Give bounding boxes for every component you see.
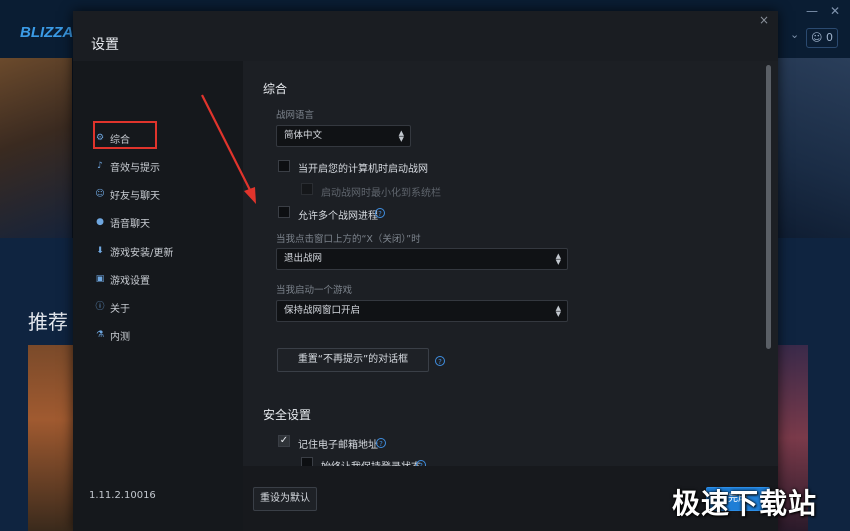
flask-icon: ⚗ <box>95 330 105 340</box>
sidebar-item-general[interactable]: ⚙ 综合 <box>95 129 130 147</box>
close-icon[interactable]: × <box>759 13 769 27</box>
download-icon: ⬇ <box>96 246 104 256</box>
sidebar-item-sound[interactable]: ♪ 音效与提示 <box>95 157 160 175</box>
language-select[interactable]: 简体中文 ▲ ▼ <box>276 125 411 147</box>
friends-icon: ☺ <box>811 31 823 44</box>
watermark: 极速下载站 <box>672 487 818 520</box>
reset-default-button[interactable]: 重设为默认 <box>253 487 317 511</box>
sidebar-item-label: 好友与聊天 <box>110 190 160 202</box>
sidebar-item-voice[interactable]: ● 语音聊天 <box>95 213 150 231</box>
select-arrows-icon: ▲ ▼ <box>555 304 561 318</box>
settings-content: 综合 战网语言 简体中文 ▲ ▼ 当开启您的计算机时启动战网 启动战网时最小化到系… <box>243 61 778 466</box>
allow-multiple-checkbox[interactable] <box>278 206 290 218</box>
hero-banner-left <box>0 58 72 238</box>
sound-icon: ♪ <box>97 161 103 171</box>
allow-multiple-label: 允许多个战网进程 <box>298 211 378 222</box>
game-start-select[interactable]: 保持战网窗口开启 ▲ ▼ <box>276 300 568 322</box>
recommended-heading: 推荐 <box>28 310 68 334</box>
info-icon: ⓘ <box>95 302 105 312</box>
sidebar-item-game-settings[interactable]: ▣ 游戏设置 <box>95 270 150 288</box>
remember-email-label: 记住电子邮箱地址 <box>298 440 378 451</box>
dropdown-chevron-icon[interactable]: ⌄ <box>790 28 799 41</box>
sidebar-item-label: 综合 <box>110 134 130 146</box>
friends-icon: ☺ <box>95 189 105 199</box>
stay-logged-in-checkbox[interactable] <box>301 457 313 466</box>
help-icon[interactable]: ? <box>435 356 445 366</box>
help-icon[interactable]: ? <box>375 208 385 218</box>
language-value: 简体中文 <box>284 130 323 141</box>
section-title-general: 综合 <box>263 82 288 96</box>
sidebar-item-label: 关于 <box>110 303 130 315</box>
section-title-security: 安全设置 <box>263 408 312 422</box>
launch-on-start-label: 当开启您的计算机时启动战网 <box>298 164 428 175</box>
sidebar-item-label: 音效与提示 <box>110 162 160 174</box>
help-icon[interactable]: ? <box>376 438 386 448</box>
sidebar-item-label: 游戏安装/更新 <box>110 247 174 259</box>
close-behavior-select[interactable]: 退出战网 ▲ ▼ <box>276 248 568 270</box>
minimize-icon[interactable]: — <box>806 4 818 18</box>
close-behavior-value: 退出战网 <box>284 253 323 264</box>
close-behavior-label: 当我点击窗口上方的“X（关闭）”时 <box>276 234 421 245</box>
game-start-label: 当我启动一个游戏 <box>276 285 353 296</box>
friends-count: 0 <box>825 31 833 44</box>
scrollbar[interactable] <box>766 65 771 349</box>
select-arrows-icon: ▲ ▼ <box>398 129 404 143</box>
stay-logged-in-label: 始终让我保持登录状态 <box>321 458 421 466</box>
remember-email-checkbox[interactable]: ✓ <box>278 435 290 447</box>
launch-on-start-checkbox[interactable] <box>278 160 290 172</box>
game-settings-icon: ▣ <box>95 274 105 284</box>
sidebar-item-label: 语音聊天 <box>110 218 150 230</box>
game-start-value: 保持战网窗口开启 <box>284 305 361 316</box>
settings-dialog: 设置 × ⚙ 综合 ♪ 音效与提示 ☺ 好友与聊天 ● 语音聊天 ⬇ 游戏安装/更新 ▣ 游… <box>73 11 778 531</box>
reset-dialogs-button[interactable]: 重置“不再提示”的对话框 <box>277 348 429 372</box>
mic-icon: ● <box>96 217 104 227</box>
sidebar-item-friends[interactable]: ☺ 好友与聊天 <box>95 185 160 203</box>
launch-minimized-checkbox[interactable] <box>301 183 313 195</box>
gear-icon: ⚙ <box>95 133 105 143</box>
sidebar-item-about[interactable]: ⓘ 关于 <box>95 298 130 316</box>
dialog-title: 设置 <box>91 37 119 53</box>
sidebar-item-install[interactable]: ⬇ 游戏安装/更新 <box>95 242 173 260</box>
recommended-card[interactable] <box>28 345 74 531</box>
launcher-close-icon[interactable]: ✕ <box>830 4 840 18</box>
version-label: 1.11.2.10016 <box>89 490 156 501</box>
sidebar-item-beta[interactable]: ⚗ 内测 <box>95 326 130 344</box>
launch-minimized-label: 启动战网时最小化到系统栏 <box>321 188 441 199</box>
settings-sidebar: ⚙ 综合 ♪ 音效与提示 ☺ 好友与聊天 ● 语音聊天 ⬇ 游戏安装/更新 ▣ 游戏设置 ⓘ… <box>73 61 243 531</box>
sidebar-item-label: 内测 <box>110 331 130 343</box>
sidebar-item-label: 游戏设置 <box>110 275 150 287</box>
select-arrows-icon: ▲ ▼ <box>555 252 561 266</box>
language-label: 战网语言 <box>276 110 315 121</box>
hero-banner-right <box>778 58 850 238</box>
friends-counter-button[interactable]: ☺ 0 <box>806 28 838 48</box>
